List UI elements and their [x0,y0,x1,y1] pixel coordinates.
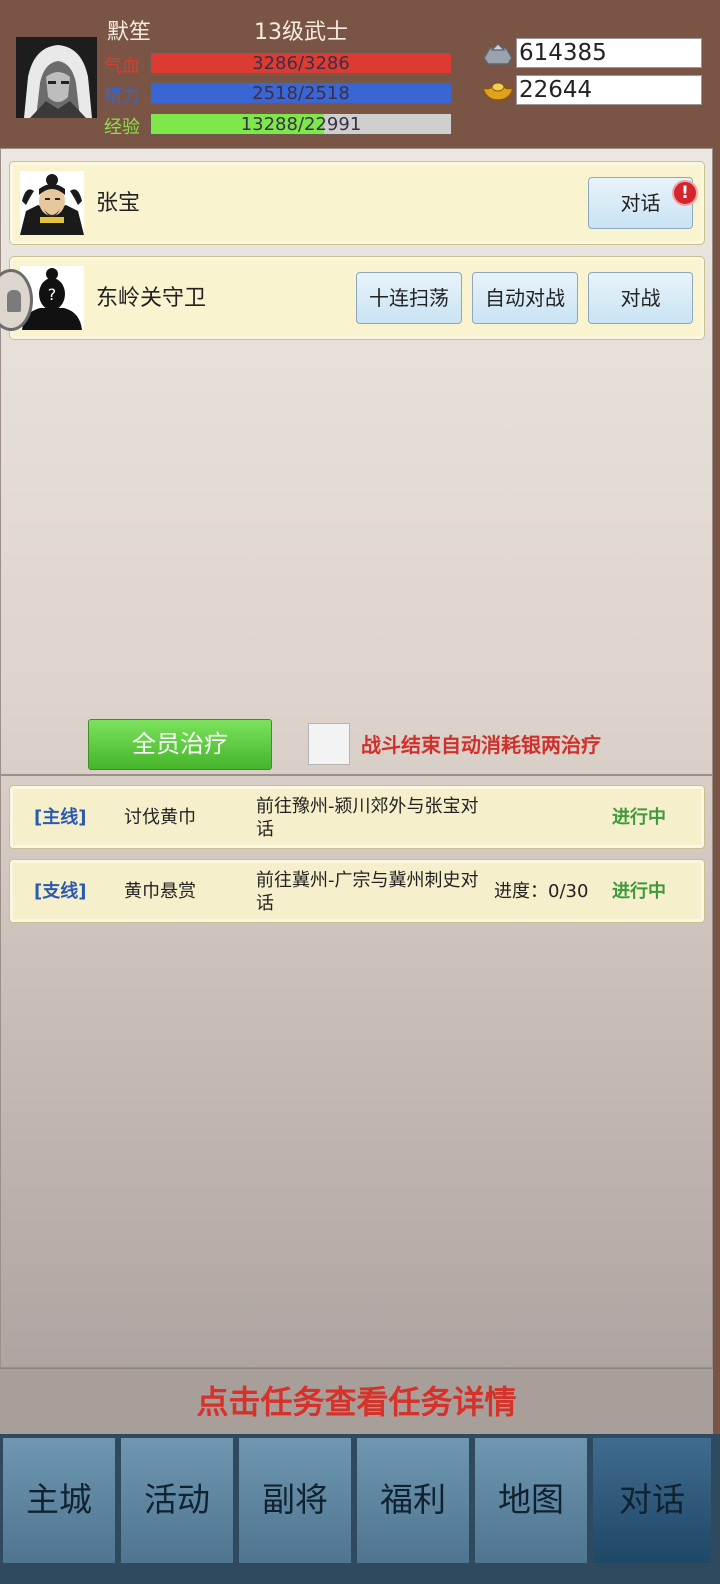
nav-map[interactable]: 地图 [474,1437,588,1564]
hp-bar: 3286/3286 [150,52,452,74]
auto-heal-label: 战斗结束自动消耗银两治疗 [361,733,601,757]
heal-all-button[interactable]: 全员治疗 [88,719,272,770]
quest-description: 前往冀州-广宗与冀州刺史对话 [256,870,479,914]
nav-dialogue[interactable]: 对话 [592,1437,712,1564]
quest-name: 黄巾悬赏 [124,881,196,902]
npc-name: 张宝 [96,191,141,216]
quest-status: 进行中 [612,807,666,828]
bottom-nav: 主城 活动 副将 福利 地图 对话 [0,1434,720,1584]
nav-generals[interactable]: 副将 [238,1437,352,1564]
exp-value: 13288/22991 [240,114,362,135]
silver-amount: 614385 [516,38,702,68]
quest-progress: 进度：0/30 [494,881,589,902]
nav-main-city[interactable]: 主城 [2,1437,116,1564]
divider [1,774,712,776]
pause-icon [7,290,21,312]
npc-name: 东岭关守卫 [96,286,207,311]
nav-events[interactable]: 活动 [120,1437,234,1564]
quest-name: 讨伐黄巾 [124,807,196,828]
auto-battle-button[interactable]: 自动对战 [472,272,578,324]
npc-row: ? 东岭关守卫 十连扫荡 自动对战 对战 [9,256,705,340]
sweep-ten-button[interactable]: 十连扫荡 [356,272,462,324]
energy-value: 2518/2518 [252,83,350,104]
talk-button-label: 对话 [620,191,661,215]
player-avatar[interactable] [16,37,97,118]
gold-amount: 22644 [516,75,702,105]
talk-button[interactable]: 对话 ! [588,177,698,229]
exp-bar: 13288/22991 [150,113,452,135]
nav-rewards[interactable]: 福利 [356,1437,470,1564]
zhang-bao-portrait[interactable] [20,171,84,235]
energy-label: 精力 [104,86,140,107]
quest-type: [支线] [34,881,87,902]
quest-description: 前往豫州-颍川郊外与张宝对话 [256,796,479,840]
player-status-bar: 默笙 13级武士 气血 3286/3286 精力 2518/2518 经验 13… [0,0,720,148]
battle-button[interactable]: 对战 [588,272,693,324]
quest-type: [主线] [34,807,87,828]
player-rank: 13级武士 [254,20,348,45]
energy-bar: 2518/2518 [150,82,452,104]
alert-icon: ! [672,180,698,206]
gold-ingot-icon [481,78,515,106]
quest-status: 进行中 [612,881,666,902]
hp-label: 气血 [104,56,140,77]
player-name: 默笙 [107,20,152,45]
quest-row[interactable]: [主线] 讨伐黄巾 前往豫州-颍川郊外与张宝对话 进行中 [9,785,705,849]
svg-text:?: ? [48,285,57,304]
quest-hint: 点击任务查看任务详情 [0,1368,713,1434]
auto-heal-checkbox[interactable] [308,723,350,765]
exp-label: 经验 [104,117,140,138]
hp-value: 3286/3286 [252,53,350,74]
npc-row: 张宝 对话 ! [9,161,705,245]
quest-row[interactable]: [支线] 黄巾悬赏 前往冀州-广宗与冀州刺史对话 进度：0/30 进行中 [9,859,705,923]
silver-ingot-icon [482,40,514,68]
main-panel: 张宝 对话 ! ? 东岭关守卫 十连扫荡 自动对战 对战 全员治疗 战斗结束自动… [0,148,713,1368]
